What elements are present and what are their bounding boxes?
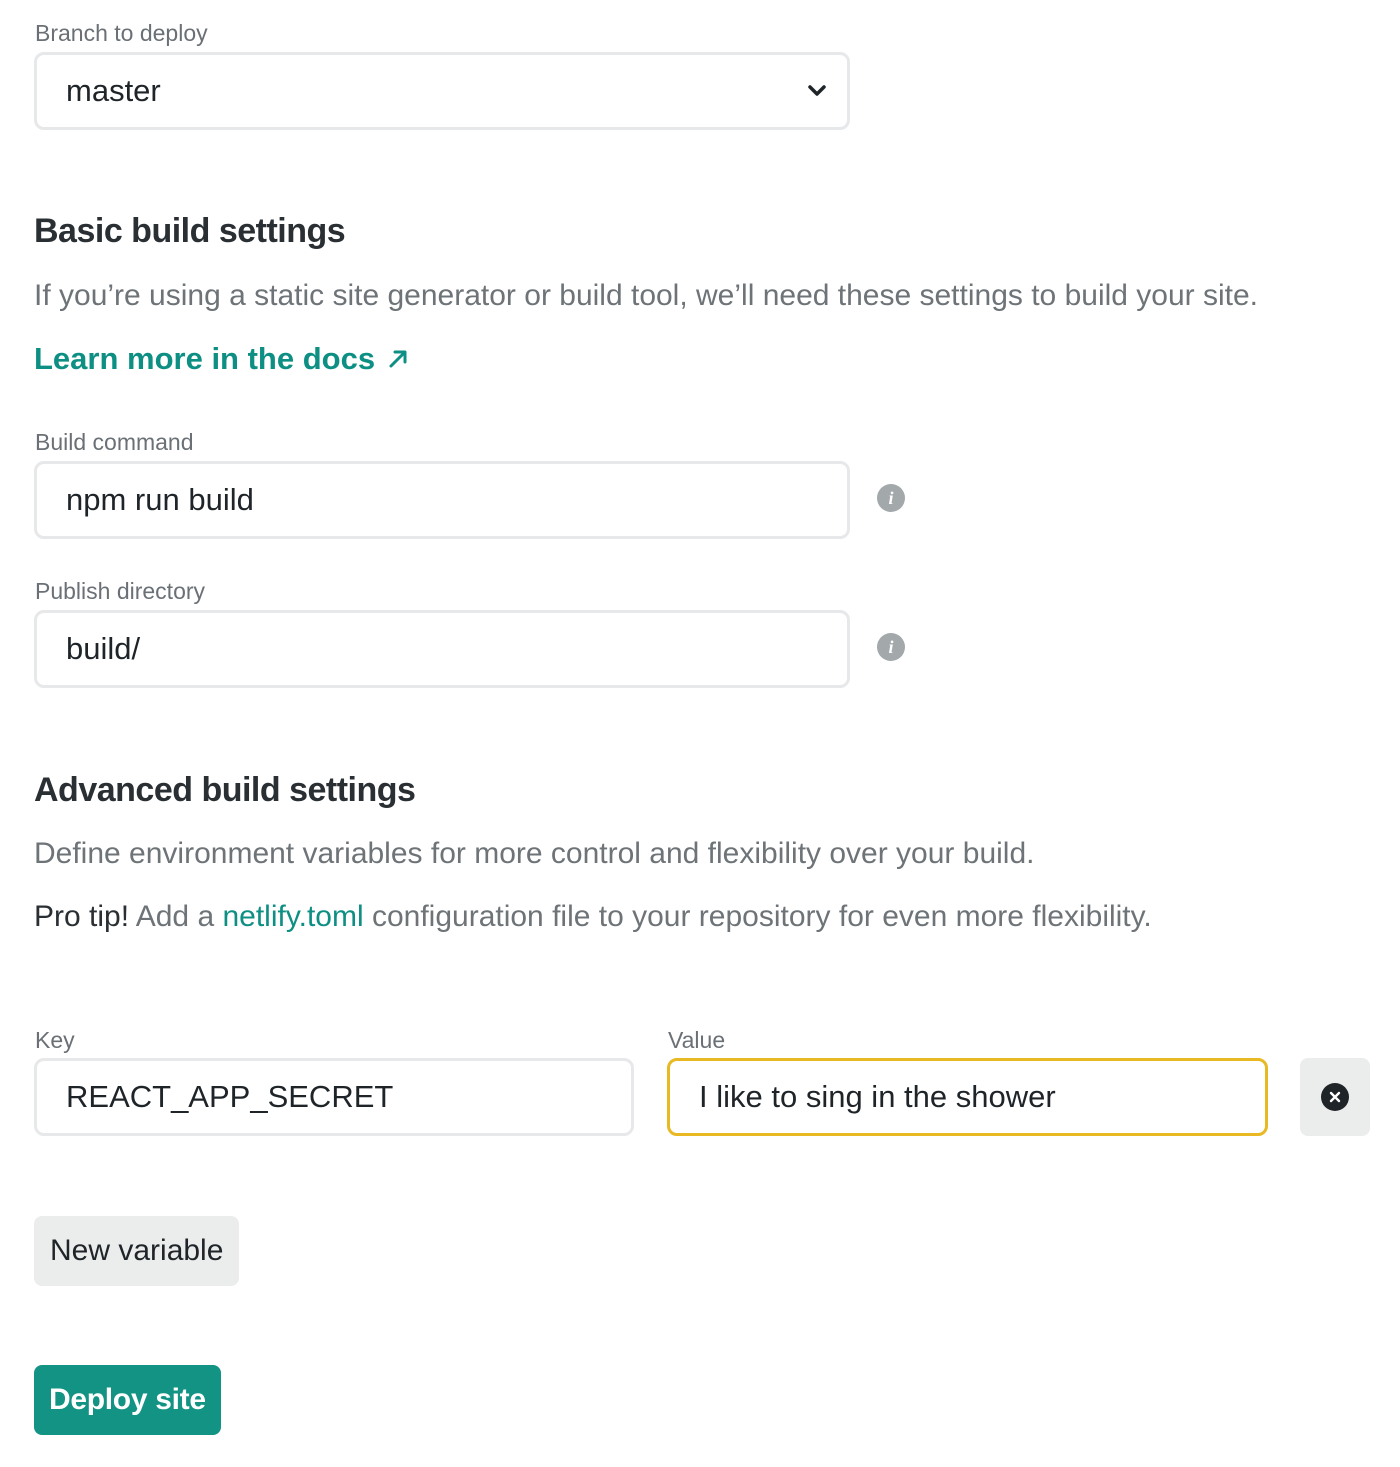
- pro-tip: Pro tip! Add a netlify.toml configuratio…: [34, 902, 1152, 932]
- arrow-up-right-icon: [389, 350, 407, 367]
- netlify-toml-link[interactable]: netlify.toml: [222, 900, 363, 933]
- deploy-site-label: Deploy site: [49, 1383, 206, 1416]
- advanced-build-settings-description: Define environment variables for more co…: [34, 837, 1035, 870]
- learn-more-docs-link[interactable]: Learn more in the docs: [34, 343, 409, 374]
- new-variable-button[interactable]: New variable: [34, 1216, 240, 1286]
- publish-directory-label: Publish directory: [35, 578, 206, 604]
- value-label: Value: [668, 1027, 726, 1053]
- info-icon[interactable]: i: [877, 633, 905, 661]
- env-value-input[interactable]: I like to sing in the shower: [667, 1058, 1268, 1136]
- learn-more-docs-label: Learn more in the docs: [34, 341, 376, 376]
- env-key-value: REACT_APP_SECRET: [66, 1079, 394, 1114]
- build-command-input[interactable]: npm run build: [34, 461, 850, 539]
- remove-variable-button[interactable]: [1300, 1058, 1370, 1136]
- env-key-input[interactable]: REACT_APP_SECRET: [34, 1058, 634, 1136]
- basic-build-settings-heading: Basic build settings: [34, 212, 346, 250]
- info-icon[interactable]: i: [877, 484, 905, 512]
- pro-tip-suffix: configuration file to your repository fo…: [363, 900, 1152, 933]
- close-icon: [1329, 1091, 1341, 1103]
- env-value-value: I like to sing in the shower: [699, 1079, 1056, 1114]
- pro-tip-prefix: Add a: [129, 900, 223, 933]
- close-circle-icon: [1321, 1083, 1349, 1111]
- basic-build-settings-description: If you’re using a static site generator …: [34, 279, 1259, 312]
- publish-directory-input[interactable]: build/: [34, 610, 850, 688]
- chevron-down-icon: [808, 85, 826, 96]
- pro-tip-label: Pro tip!: [34, 900, 130, 933]
- publish-directory-value: build/: [66, 631, 141, 666]
- branch-select-value: master: [66, 73, 161, 108]
- new-variable-label: New variable: [50, 1234, 224, 1267]
- advanced-build-settings-heading: Advanced build settings: [34, 771, 416, 809]
- branch-label: Branch to deploy: [35, 20, 208, 46]
- build-command-label: Build command: [35, 429, 194, 455]
- key-label: Key: [35, 1027, 75, 1053]
- build-command-value: npm run build: [66, 482, 254, 517]
- deploy-site-button[interactable]: Deploy site: [34, 1365, 221, 1435]
- branch-select[interactable]: master: [34, 52, 850, 130]
